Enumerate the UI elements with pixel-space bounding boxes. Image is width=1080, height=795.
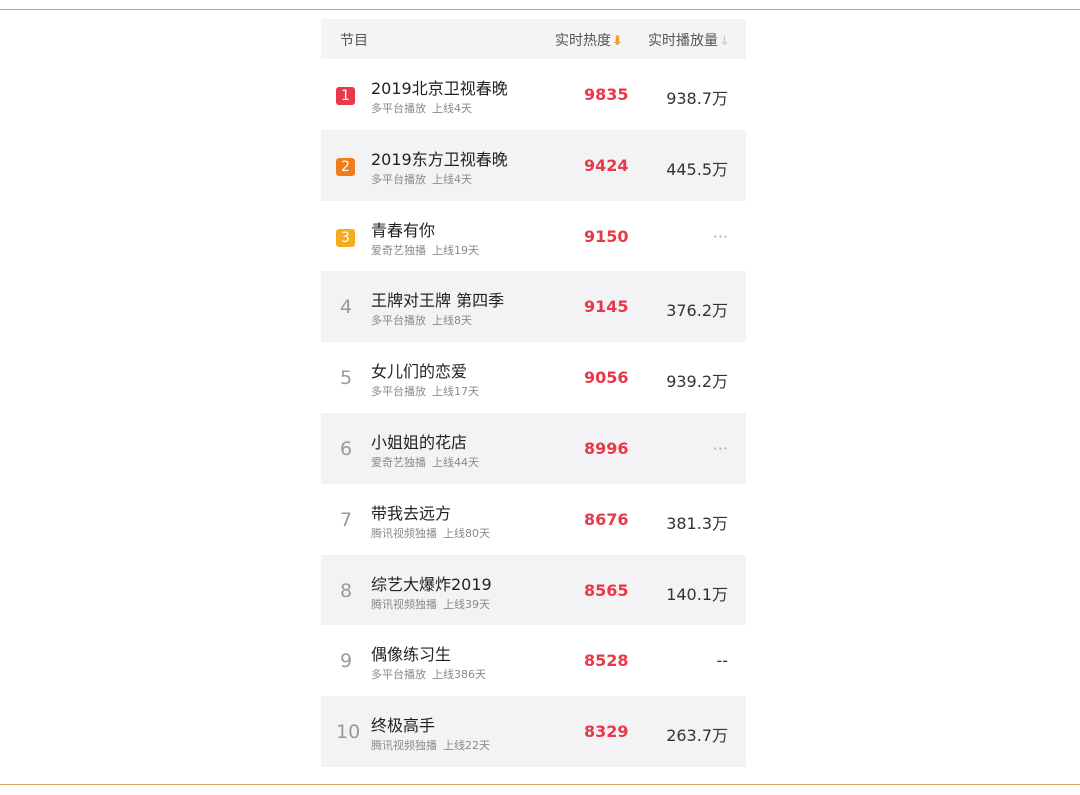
platform-label: 腾讯视频独播 [371,739,437,753]
program-title: 终极高手 [371,716,436,736]
rank-number: 10 [336,721,361,744]
heat-sort-button[interactable]: 实时热度⬇ [555,30,623,50]
list-item[interactable]: 5 女儿们的恋爱 多平台播放 上线17天 9056 939.2万 [321,342,746,413]
program-title: 青春有你 [371,220,436,240]
list-item[interactable]: 2 2019东方卫视春晚 多平台播放 上线4天 9424 445.5万 [321,129,746,201]
program-meta: 爱奇艺独播 上线44天 [371,454,479,470]
plays-value: 938.7万 [666,89,728,108]
program-title: 2019东方卫视春晚 [371,149,508,169]
heat-value: 8996 [584,438,629,458]
program-title: 偶像练习生 [371,645,452,665]
heat-value: 9056 [584,368,629,388]
plays-value: ··· [712,226,728,246]
plays-column-label: 实时播放量 [648,33,718,49]
program-column-header: 节目 [340,33,368,49]
online-days: 上线22天 [443,739,490,753]
list-item[interactable]: 3 青春有你 爱奇艺独播 上线19天 9150 ··· [321,200,746,272]
table-header: 节目 实时热度⬇ 实时播放量↓ [321,19,746,59]
platform-label: 爱奇艺独播 [371,455,426,469]
plays-value: 376.2万 [666,301,728,321]
program-meta: 多平台播放 上线8天 [371,312,472,328]
ranking-list: 1 2019北京卫视春晚 多平台播放 上线4天 9835 938.7万 2 201… [321,59,746,767]
ranking-panel: 节目 实时热度⬇ 实时播放量↓ 1 2019北京卫视春晚 多平台播放 上线4天 9… [321,19,746,767]
rank-number: 6 [339,437,353,460]
online-days: 上线4天 [432,102,472,115]
program-meta: 多平台播放 上线386天 [371,666,486,682]
platform-label: 多平台播放 [371,385,426,399]
platform-label: 腾讯视频独播 [371,526,437,540]
bottom-divider [0,784,1080,785]
heat-value: 9150 [584,226,629,246]
program-title: 带我去远方 [371,503,452,523]
list-item[interactable]: 7 带我去远方 腾讯视频独播 上线80天 8676 381.3万 [321,483,746,555]
rank-number: 7 [339,508,353,531]
online-days: 上线386天 [432,668,486,682]
rank-badge: 3 [336,228,355,247]
list-item[interactable]: 9 偶像练习生 多平台播放 上线386天 8528 -- [321,625,746,697]
rank-number: 8 [339,579,353,602]
rank-number: 4 [339,296,353,319]
sort-down-inactive-icon: ↓ [719,34,730,49]
online-days: 上线8天 [432,314,472,328]
list-item[interactable]: 4 王牌对王牌 第四季 多平台播放 上线8天 9145 376.2万 [321,271,746,343]
program-meta: 多平台播放 上线4天 [371,171,472,187]
program-title: 王牌对王牌 第四季 [371,291,505,311]
plays-sort-button[interactable]: 实时播放量↓ [648,30,730,50]
plays-value: 939.2万 [666,372,728,392]
program-title: 综艺大爆炸2019 [371,574,492,594]
platform-label: 爱奇艺独播 [371,243,426,257]
online-days: 上线80天 [443,526,490,540]
list-item[interactable]: 1 2019北京卫视春晚 多平台播放 上线4天 9835 938.7万 [321,59,746,130]
list-item[interactable]: 8 综艺大爆炸2019 腾讯视频独播 上线39天 8565 140.1万 [321,554,746,626]
program-title: 女儿们的恋爱 [371,362,468,382]
platform-label: 多平台播放 [371,668,426,682]
plays-value: 263.7万 [666,726,728,746]
rank-number: 9 [339,650,353,673]
program-title: 2019北京卫视春晚 [371,79,508,98]
plays-value: -- [716,651,728,671]
platform-label: 多平台播放 [371,314,426,328]
plays-value: 381.3万 [666,513,728,533]
heat-value: 9424 [584,155,629,175]
online-days: 上线44天 [432,455,479,469]
heat-value: 9835 [584,85,629,104]
platform-label: 腾讯视频独播 [371,597,437,611]
online-days: 上线19天 [432,243,479,257]
platform-label: 多平台播放 [371,172,426,186]
program-title: 小姐姐的花店 [371,432,468,452]
plays-value: ··· [712,438,728,458]
program-meta: 腾讯视频独播 上线80天 [371,525,490,541]
online-days: 上线17天 [432,385,479,399]
heat-value: 8528 [584,651,629,671]
platform-label: 多平台播放 [371,102,426,115]
rank-number: 5 [339,367,353,390]
top-divider [0,9,1080,10]
program-meta: 腾讯视频独播 上线39天 [371,596,490,612]
sort-down-active-icon: ⬇ [612,34,623,49]
heat-value: 9145 [584,297,629,317]
online-days: 上线39天 [443,597,490,611]
heat-value: 8565 [584,580,629,600]
plays-value: 140.1万 [666,584,728,604]
rank-badge: 2 [336,157,355,176]
heat-value: 8329 [584,722,629,742]
program-meta: 多平台播放 上线4天 [371,100,472,116]
list-item[interactable]: 10 终极高手 腾讯视频独播 上线22天 8329 263.7万 [321,696,746,767]
rank-badge: 1 [336,87,355,105]
online-days: 上线4天 [432,172,472,186]
program-meta: 爱奇艺独播 上线19天 [371,242,479,258]
program-meta: 腾讯视频独播 上线22天 [371,737,490,753]
heat-value: 8676 [584,509,629,529]
list-item[interactable]: 6 小姐姐的花店 爱奇艺独播 上线44天 8996 ··· [321,412,746,484]
heat-column-label: 实时热度 [555,33,611,49]
plays-value: 445.5万 [666,159,728,179]
program-meta: 多平台播放 上线17天 [371,383,479,399]
